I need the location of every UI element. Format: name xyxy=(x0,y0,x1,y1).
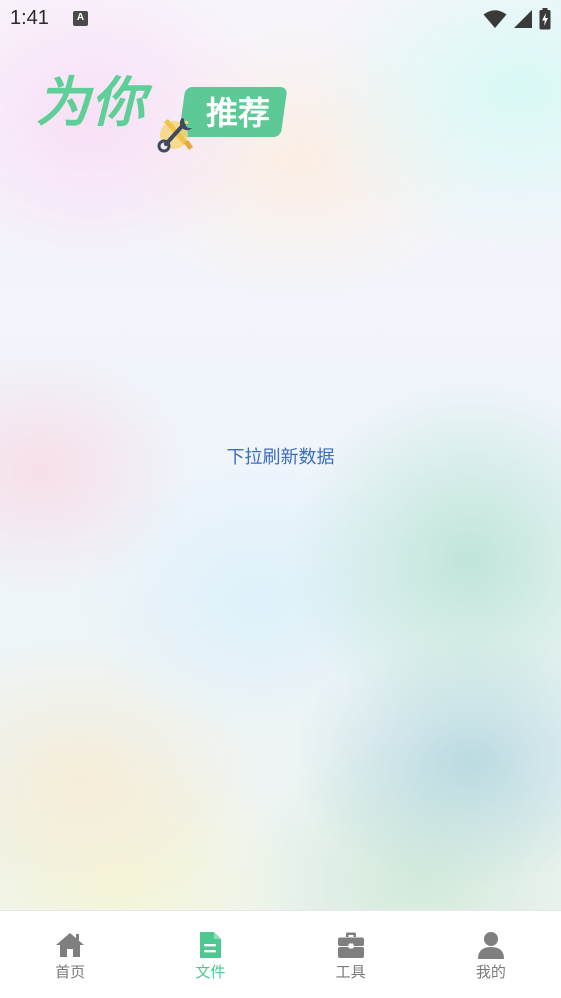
nav-file[interactable]: 文件 xyxy=(140,911,280,998)
nav-home-label: 首页 xyxy=(55,963,86,981)
nav-mine-label: 我的 xyxy=(475,963,506,981)
nav-file-label: 文件 xyxy=(195,963,226,981)
recommend-banner: 为你 推荐 xyxy=(36,70,296,160)
notification-a-icon: A xyxy=(73,11,88,26)
app-screen: 1:41 A 为你 推荐 下拉刷新数据 首页 文件 工具 我的 xyxy=(0,0,561,998)
tools-icon xyxy=(157,118,193,153)
home-icon xyxy=(56,933,85,957)
banner-title-main: 为你 xyxy=(36,71,146,134)
status-icons xyxy=(483,8,551,30)
wifi-icon xyxy=(483,10,507,28)
file-icon xyxy=(200,932,222,958)
bottom-nav: 首页 文件 工具 我的 xyxy=(0,910,561,998)
battery-charging-icon xyxy=(539,8,551,30)
cellular-signal-icon xyxy=(514,10,532,28)
nav-home[interactable]: 首页 xyxy=(0,911,140,998)
nav-mine[interactable]: 我的 xyxy=(421,911,561,998)
nav-tools-label: 工具 xyxy=(335,963,366,981)
toolbox-icon xyxy=(337,932,364,958)
nav-tools[interactable]: 工具 xyxy=(281,911,421,998)
status-bar: 1:41 A xyxy=(0,0,561,38)
banner-title-badge: 推荐 xyxy=(205,94,270,132)
pull-to-refresh-hint: 下拉刷新数据 xyxy=(226,447,335,468)
status-time: 1:41 xyxy=(10,7,49,29)
user-icon xyxy=(477,932,504,959)
